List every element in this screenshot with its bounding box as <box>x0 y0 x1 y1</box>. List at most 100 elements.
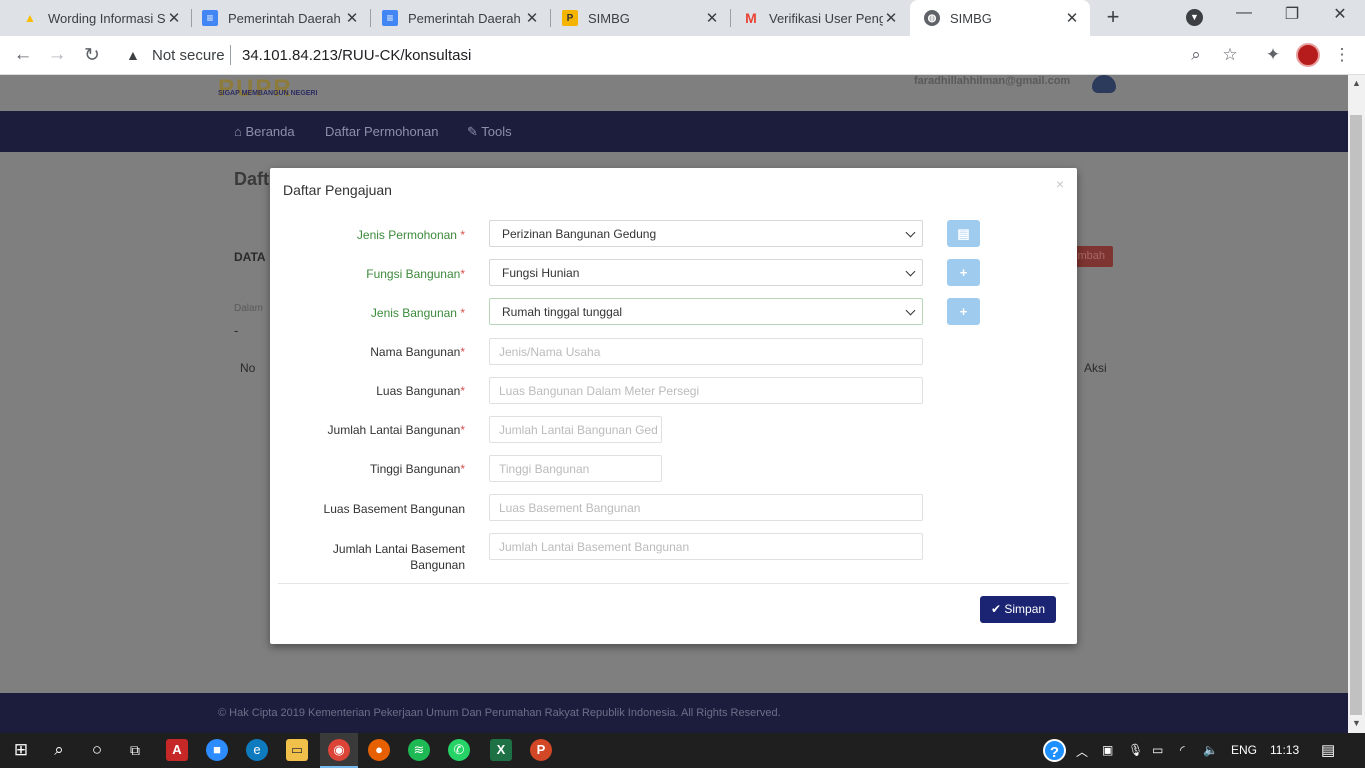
label-jenis-bangunan: Jenis Bangunan * <box>370 306 465 320</box>
excel-icon[interactable]: X <box>490 739 512 761</box>
cortana-icon[interactable]: ○ <box>86 739 108 761</box>
label-tinggi-bangunan: Tinggi Bangunan* <box>370 462 465 476</box>
new-tab-plus-icon[interactable]: + <box>1102 6 1124 28</box>
page-title: Daft <box>234 169 269 189</box>
restore-icon[interactable]: ❐ <box>1277 4 1307 24</box>
simpan-button[interactable]: ✔ Simpan <box>980 596 1056 623</box>
tray-chevron-up-icon[interactable]: ︿ <box>1076 743 1088 760</box>
back-arrow-icon[interactable]: ← <box>11 44 35 66</box>
bookmark-star-icon[interactable]: ☆ <box>1219 45 1241 65</box>
user-email[interactable]: faradhillahhilman@gmail.com <box>914 75 1070 87</box>
google-docs-icon: ≡ <box>382 10 398 26</box>
file-explorer-icon[interactable]: ▭ <box>286 739 308 761</box>
task-view-icon[interactable]: ⧉ <box>124 739 146 761</box>
forward-arrow-icon[interactable]: → <box>45 44 69 66</box>
table-header-no: No <box>240 361 256 375</box>
minimize-icon[interactable]: — <box>1229 4 1259 22</box>
dalam-label: Dalam <box>234 303 263 314</box>
input-tinggi-bangunan[interactable]: Tinggi Bangunan <box>489 455 662 482</box>
security-status-label[interactable]: Not secure <box>152 47 225 64</box>
label-jumlah-lantai-basement: Jumlah Lantai Basement Bangunan <box>332 542 465 572</box>
spotify-icon[interactable]: ≋ <box>408 739 430 761</box>
nav-beranda[interactable]: ⌂ Beranda <box>234 124 295 139</box>
chrome-icon[interactable]: ◉ <box>328 739 350 761</box>
meet-now-icon[interactable]: ▣ <box>1102 743 1113 757</box>
plus-icon: + <box>959 265 968 280</box>
modal-footer-divider <box>278 583 1069 584</box>
gmail-icon: M <box>745 10 757 26</box>
browser-menu-icon[interactable]: ⋮ <box>1331 45 1353 65</box>
scroll-thumb[interactable] <box>1350 115 1362 715</box>
close-tab-icon[interactable]: ✕ <box>166 9 182 27</box>
tab-search-chevron-icon[interactable]: ▼ <box>1186 9 1203 26</box>
input-luas-bangunan[interactable]: Luas Bangunan Dalam Meter Persegi <box>489 377 923 404</box>
input-jumlah-lantai[interactable]: Jumlah Lantai Bangunan Ged <box>489 416 662 443</box>
tab-pemerintah-daerah-2[interactable]: ≡ Pemerintah Daerah ✕ <box>368 0 550 36</box>
warning-triangle-icon[interactable]: ▲ <box>126 47 140 63</box>
main-navbar: ⌂ Beranda Daftar Permohonan ✎ Tools <box>0 111 1348 152</box>
search-icon[interactable]: ⌕ <box>48 739 70 761</box>
close-window-icon[interactable]: ✕ <box>1325 4 1355 24</box>
page-scrollbar[interactable]: ▲ ▼ <box>1348 75 1365 733</box>
select-jenis-permohonan[interactable]: Perizinan Bangunan Gedung <box>489 220 923 247</box>
tab-simbg-1[interactable]: P SIMBG ✕ <box>548 0 730 36</box>
acrobat-icon[interactable]: A <box>166 739 188 761</box>
input-nama-bangunan[interactable]: Jenis/Nama Usaha <box>489 338 923 365</box>
nav-tools[interactable]: ✎ Tools <box>467 124 512 140</box>
whatsapp-icon[interactable]: ✆ <box>448 739 470 761</box>
check-icon: ✔ <box>990 602 1002 616</box>
profile-avatar[interactable] <box>1296 43 1320 67</box>
tab-verifikasi-user[interactable]: M Verifikasi User Peng ✕ <box>729 0 909 36</box>
scroll-up-arrow-icon[interactable]: ▲ <box>1348 78 1365 88</box>
clock[interactable]: 11:13 <box>1270 743 1299 757</box>
extensions-puzzle-icon[interactable]: ✦ <box>1262 45 1284 65</box>
book-button[interactable]: ▤ <box>947 220 980 247</box>
zoom-app-icon[interactable]: ■ <box>206 739 228 761</box>
language-indicator[interactable]: ENG <box>1231 743 1257 757</box>
input-jumlah-lantai-basement[interactable]: Jumlah Lantai Basement Bangunan <box>489 533 923 560</box>
daftar-pengajuan-modal: Daftar Pengajuan × Jenis Permohonan * Pe… <box>270 168 1077 644</box>
firefox-icon[interactable]: ● <box>368 739 390 761</box>
notifications-icon[interactable]: ▤ <box>1321 741 1335 759</box>
reload-icon[interactable]: ↻ <box>80 44 104 67</box>
tab-simbg-active[interactable]: ◍ SIMBG ✕ <box>910 0 1090 36</box>
close-tab-icon[interactable]: ✕ <box>704 9 720 27</box>
site-logo[interactable]: PUPR <box>218 75 293 103</box>
chevron-down-icon <box>905 266 916 277</box>
volume-muted-icon[interactable]: 🔈 <box>1203 743 1218 757</box>
microphone-icon[interactable]: 🎙 <box>1128 743 1143 757</box>
add-jenis-button[interactable]: + <box>947 298 980 325</box>
add-fungsi-button[interactable]: + <box>947 259 980 286</box>
zoom-icon[interactable]: ⌕ <box>1185 45 1207 65</box>
select-jenis-bangunan[interactable]: Rumah tinggal tunggal <box>489 298 923 325</box>
label-luas-basement: Luas Basement Bangunan <box>323 502 465 516</box>
nav-daftar-permohonan[interactable]: Daftar Permohonan <box>325 124 438 139</box>
book-icon: ▤ <box>957 226 970 241</box>
modal-close-icon[interactable]: × <box>1056 176 1064 192</box>
close-tab-icon[interactable]: ✕ <box>1064 9 1080 27</box>
pupr-icon: P <box>562 10 578 26</box>
help-icon[interactable]: ? <box>1043 739 1066 762</box>
data-heading: DATA <box>234 250 266 264</box>
windows-start-icon[interactable]: ⊞ <box>10 739 32 761</box>
modal-title: Daftar Pengajuan <box>283 182 392 198</box>
globe-icon: ◍ <box>924 10 940 26</box>
select-fungsi-bangunan[interactable]: Fungsi Hunian <box>489 259 923 286</box>
battery-icon[interactable]: ▭ <box>1152 743 1163 757</box>
url-field[interactable]: 34.101.84.213/RUU-CK/konsultasi <box>242 47 471 64</box>
close-tab-icon[interactable]: ✕ <box>344 9 360 27</box>
tab-pemerintah-daerah-1[interactable]: ≡ Pemerintah Daerah ✕ <box>188 0 370 36</box>
windows-taskbar: ⊞ ⌕ ○ ⧉ A ■ e ▭ ◉ ● ≋ ✆ X P ? ︿ ▣ 🎙 ▭ ◜ … <box>0 733 1365 768</box>
wifi-icon[interactable]: ◜ <box>1180 743 1185 757</box>
close-tab-icon[interactable]: ✕ <box>524 9 540 27</box>
close-tab-icon[interactable]: ✕ <box>883 9 899 27</box>
powerpoint-icon[interactable]: P <box>530 739 552 761</box>
label-jenis-permohonan: Jenis Permohonan * <box>356 228 465 242</box>
scroll-down-arrow-icon[interactable]: ▼ <box>1348 718 1365 728</box>
input-luas-basement[interactable]: Luas Basement Bangunan <box>489 494 923 521</box>
tab-wording-informasi[interactable]: ▲ Wording Informasi S ✕ <box>8 0 192 36</box>
site-footer: © Hak Cipta 2019 Kementerian Pekerjaan U… <box>0 693 1348 733</box>
edge-icon[interactable]: e <box>246 739 268 761</box>
label-fungsi-bangunan: Fungsi Bangunan* <box>366 267 465 281</box>
user-avatar-icon[interactable] <box>1092 75 1116 93</box>
